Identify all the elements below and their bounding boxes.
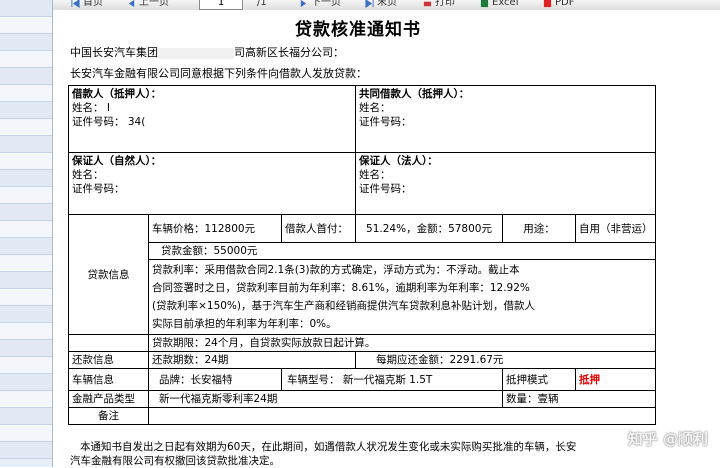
loan-info-label: 贷款信息 bbox=[68, 214, 149, 335]
rate-line-1: 贷款利率：采用借款合同2.1条(3)款的方式确定，浮动方式为：不浮动。截止本 bbox=[152, 264, 520, 276]
document-title: 贷款核准通知书 bbox=[295, 20, 421, 40]
vehicle-model: 车辆型号： 新一代福克斯 1.5T bbox=[280, 368, 504, 391]
addressee-part-2: 司高新区长福分公司： bbox=[234, 46, 344, 59]
prev-page-button[interactable]: 上一页 bbox=[127, 0, 169, 8]
borrower-name-label: 姓名： bbox=[72, 102, 104, 114]
borrower-name: Ⅰ bbox=[106, 102, 110, 114]
vehicle-price-label: 车辆价格： bbox=[152, 222, 205, 235]
footer-line-1: 本通知书自发出之日起有效期为60天，在此期间，如遇借款人状况发生变化或未实际购买… bbox=[80, 441, 577, 453]
next-page-button[interactable]: 下一页 bbox=[299, 0, 341, 8]
last-page-icon bbox=[365, 0, 374, 8]
addressee-line: 中国长安汽车集团 司高新区长福分公司： bbox=[70, 44, 344, 60]
borrower-cell: 借款人（抵押人）： 姓名： Ⅰ 证件号码： 34( bbox=[67, 85, 357, 153]
guarantor-person-cell: 保证人（自然人）： 姓名： 证件号码： bbox=[67, 152, 357, 215]
co-borrower-cell: 共同借款人（抵押人）： 姓名： 证件号码： bbox=[355, 85, 657, 153]
first-page-icon bbox=[71, 0, 80, 8]
mortgage-mode-value: 抵押 bbox=[575, 368, 657, 391]
pdf-export-button[interactable]: PDF bbox=[543, 0, 574, 8]
loan-form-table: 借款人（抵押人）： 姓名： Ⅰ 证件号码： 34( 共同借款人（抵押人）： 姓名… bbox=[67, 85, 657, 425]
footer-line-2: 汽车金融有限公司有权撤回该贷款批准决定。 bbox=[70, 455, 280, 467]
validity-notice: 本通知书自发出之日起有效期为60天，在此期间，如遇借款人状况发生变化或未实际购买… bbox=[70, 440, 670, 468]
rate-line-3: (贷款利率×150%)，基于汽车生产商和经销商提供汽车贷款利息补贴计划，借款人 bbox=[152, 300, 536, 312]
vehicle-info-label: 车辆信息 bbox=[68, 368, 149, 391]
loan-rate-cell: 贷款利率：采用借款合同2.1条(3)款的方式确定，浮动方式为：不浮动。截止本 合… bbox=[147, 259, 657, 335]
addressee-part-1: 中国长安汽车集团 bbox=[70, 46, 158, 59]
print-icon bbox=[423, 1, 432, 6]
pdf-icon bbox=[543, 0, 552, 7]
borrower-header: 借款人（抵押人）： bbox=[72, 88, 162, 100]
usage-label: 用途： bbox=[502, 214, 577, 243]
down-payment-label: 借款人首付： bbox=[280, 214, 357, 243]
borrower-id-label: 证件号码： bbox=[72, 116, 125, 128]
co-borrower-name-label: 姓名： bbox=[359, 102, 391, 114]
guarantor-corp-header: 保证人（法人）： bbox=[359, 155, 438, 167]
prev-page-icon bbox=[128, 0, 135, 7]
product-type-label: 金融产品类型 bbox=[68, 390, 149, 408]
guarantor-person-header: 保证人（自然人）： bbox=[72, 155, 162, 167]
product-type-value: 新一代福克斯零利率24期 bbox=[147, 390, 504, 408]
vehicle-brand: 品牌：长安福特 bbox=[148, 368, 282, 391]
intro-line: 长安汽车金融有限公司同意根据下列条件向借款人发放贷款： bbox=[70, 67, 367, 80]
borrower-id: 34( bbox=[127, 116, 146, 128]
repay-info-label: 还款信息 bbox=[68, 351, 149, 369]
zhihu-watermark: 知乎 @顺利 bbox=[627, 430, 708, 448]
excel-icon bbox=[480, 0, 489, 7]
excel-export-button[interactable]: Excel bbox=[480, 0, 519, 8]
vehicle-price: 112800元 bbox=[204, 222, 256, 235]
remarks-label: 备注 bbox=[68, 407, 149, 425]
guarantor-person-id-label: 证件号码： bbox=[72, 183, 125, 195]
loan-term: 贷款期限：24个月，自贷款实际放款日起计算。 bbox=[147, 334, 657, 352]
vehicle-price-cell: 车辆价格：112800元 bbox=[148, 214, 282, 243]
page-total: /1 bbox=[257, 0, 267, 8]
page-number-input[interactable]: 1 bbox=[199, 0, 243, 10]
usage-value: 自用（非营运） bbox=[575, 214, 657, 243]
guarantor-corp-id-label: 证件号码： bbox=[359, 183, 412, 195]
loan-approval-document: 贷款核准通知书 中国长安汽车集团 司高新区长福分公司： 长安汽车金融有限公司同意根… bbox=[53, 10, 720, 467]
guarantor-person-name-label: 姓名： bbox=[72, 169, 104, 181]
monthly-payment: 每期应还金额：2291.67元 bbox=[355, 351, 657, 369]
remarks-value bbox=[147, 407, 657, 425]
repay-periods: 还款期数：24期 bbox=[147, 351, 357, 369]
loan-amount: 贷款金额：55000元 bbox=[147, 242, 657, 260]
first-page-button[interactable]: 首页 bbox=[71, 0, 103, 8]
co-borrower-id-label: 证件号码： bbox=[359, 116, 412, 128]
down-payment-value: 51.24%，金额：57800元 bbox=[355, 214, 504, 243]
rate-line-2: 合同签署时之日，贷款利率目前为年利率：8.61%，逾期利率为年利率：12.92% bbox=[152, 282, 530, 294]
guarantor-corp-cell: 保证人（法人）： 姓名： 证件号码： bbox=[355, 152, 657, 215]
rate-line-4: 实际目前承担的年利率为年利率：0%。 bbox=[152, 318, 337, 330]
co-borrower-header: 共同借款人（抵押人）： bbox=[359, 88, 470, 100]
mortgage-mode-label: 抵押模式 bbox=[502, 368, 577, 391]
redacted-block bbox=[158, 47, 234, 59]
left-sidebar bbox=[0, 0, 53, 467]
guarantor-corp-name-label: 姓名： bbox=[359, 169, 391, 181]
vehicle-quantity: 数量：壹辆 bbox=[502, 390, 657, 408]
print-button[interactable]: 打印 bbox=[423, 0, 455, 8]
last-page-button[interactable]: 末页 bbox=[365, 0, 397, 8]
next-page-icon bbox=[300, 0, 307, 7]
